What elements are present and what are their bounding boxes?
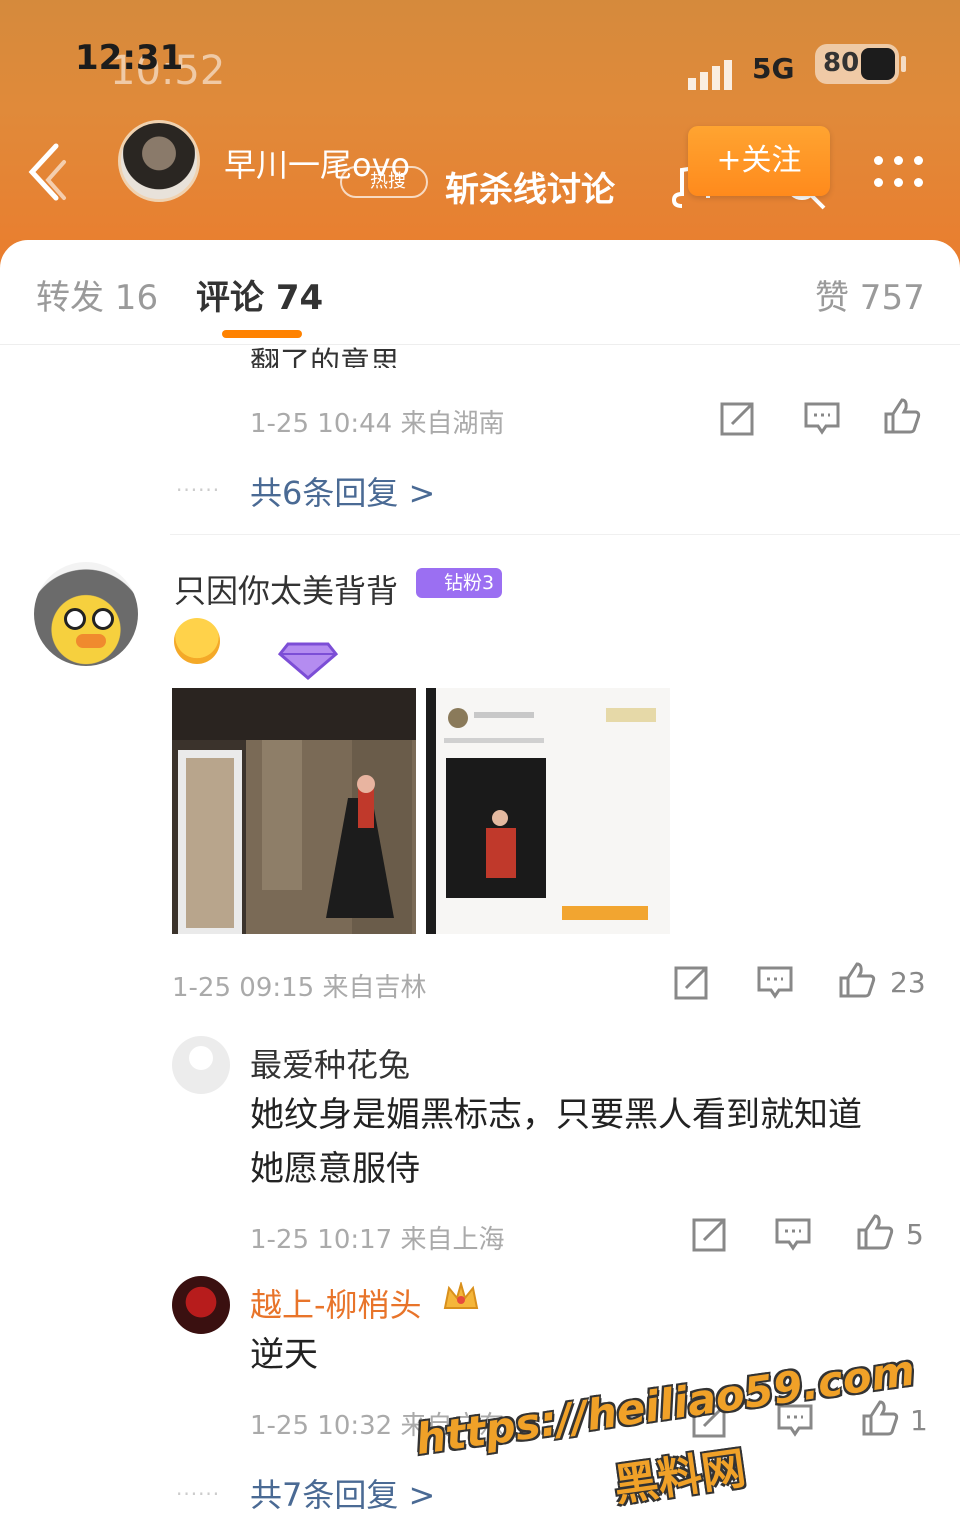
battery-level: 80	[823, 48, 860, 78]
diamond-sticker-icon	[277, 642, 339, 680]
comment-meta: 1-25 10:44 来自湖南	[250, 409, 505, 439]
more-options-icon[interactable]	[868, 152, 928, 192]
hot-search-badge[interactable]: 热搜	[340, 166, 428, 198]
reply-meta: 1-25 10:17 来自上海	[250, 1225, 505, 1255]
network-type: 5G	[752, 52, 795, 85]
tab-repost[interactable]: 转发 16	[36, 270, 158, 319]
tab-comments[interactable]: 评论 74	[196, 270, 323, 319]
follow-button[interactable]: +关注	[688, 126, 830, 196]
repost-icon[interactable]	[672, 962, 712, 1002]
more-replies-link[interactable]: 共6条回复 >	[250, 468, 435, 514]
reply-text-line: 她愿意服侍	[250, 1149, 420, 1189]
like-count: 23	[890, 966, 926, 999]
reply-author[interactable]: 最爱种花兔	[250, 1040, 410, 1086]
nav-bar: 早川一尾ovo 热搜 斩杀线讨论 +关注	[0, 112, 960, 232]
crown-icon	[443, 1282, 479, 1309]
reply-text-line: 她纹身是媚黑标志，只要黑人看到就知道	[250, 1095, 862, 1135]
topic-title[interactable]: 斩杀线讨论	[445, 162, 615, 211]
comment-icon[interactable]	[802, 398, 842, 438]
comment-meta: 1-25 09:15 来自吉林	[172, 973, 427, 1003]
battery-icon: 80	[815, 44, 907, 84]
like-count: 5	[906, 1218, 924, 1251]
comment-icon[interactable]	[755, 962, 795, 1002]
fan-badge: 钻粉3	[416, 568, 502, 598]
repost-icon[interactable]	[690, 1214, 730, 1254]
like-icon[interactable]	[855, 1212, 895, 1252]
watermark-name: 黑料网	[611, 1442, 749, 1512]
tab-likes[interactable]: 赞 757	[815, 270, 925, 319]
author-avatar[interactable]	[118, 120, 200, 202]
reply-author[interactable]: 越上-柳梢头	[250, 1280, 422, 1326]
comment-icon[interactable]	[773, 1214, 813, 1254]
reply-avatar[interactable]	[172, 1276, 230, 1334]
reply-text-line: 逆天	[250, 1335, 318, 1375]
more-replies-link[interactable]: 共7条回复 >	[250, 1470, 435, 1516]
status-time: 12:31	[75, 38, 184, 78]
commenter-name[interactable]: 只因你太美背背	[174, 566, 398, 612]
status-bar: 10:52 12:31 5G 80	[0, 0, 960, 110]
crying-emoji-icon	[174, 618, 220, 664]
like-icon[interactable]	[882, 396, 922, 436]
reply-avatar[interactable]	[172, 1036, 230, 1094]
comment-image-1[interactable]	[172, 688, 416, 934]
reply-dots: ······	[176, 478, 221, 502]
tab-bar: 转发 16 评论 74 赞 757	[0, 240, 960, 345]
signal-icon	[688, 60, 736, 90]
comment-text-partial: 翻了的意思	[250, 346, 400, 368]
commenter-avatar[interactable]	[34, 562, 138, 666]
tab-indicator	[222, 330, 302, 338]
comment-image-2[interactable]	[426, 688, 670, 934]
repost-icon[interactable]	[718, 398, 758, 438]
reply-dots: ······	[176, 1482, 221, 1506]
divider	[170, 534, 960, 535]
back-icon[interactable]	[22, 140, 70, 204]
like-icon[interactable]	[837, 960, 877, 1000]
